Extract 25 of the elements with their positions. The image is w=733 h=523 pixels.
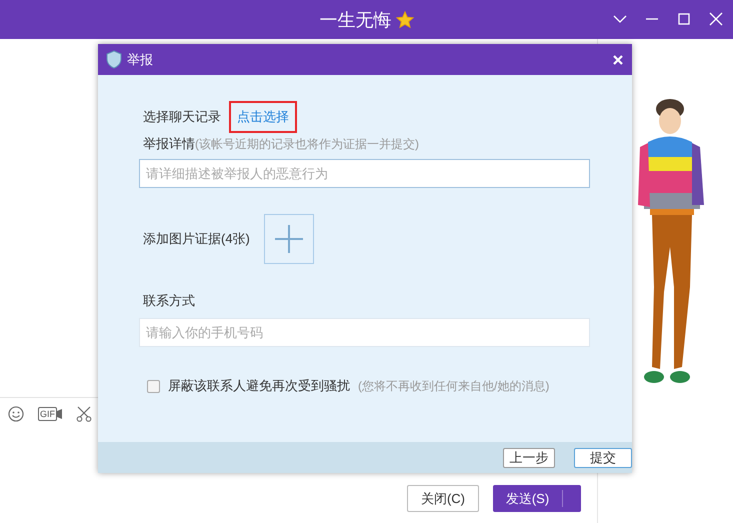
- hint-text: (您将不再收到任何来自他/她的消息): [358, 378, 550, 394]
- send-button[interactable]: 发送(S): [493, 485, 581, 512]
- shield-icon: [106, 50, 122, 69]
- block-checkbox[interactable]: [147, 380, 160, 392]
- field-label: 选择聊天记录: [143, 108, 221, 126]
- field-label: 添加图片证据(4张): [143, 230, 250, 248]
- plus-icon: [274, 225, 303, 253]
- close-icon[interactable]: [709, 12, 723, 26]
- checkbox-label: 屏蔽该联系人避免再次受到骚扰: [168, 377, 350, 395]
- close-icon[interactable]: [612, 54, 624, 66]
- close-button[interactable]: 关闭(C): [407, 485, 479, 512]
- scissors-icon[interactable]: [76, 406, 92, 422]
- field-label: 联系方式: [142, 292, 196, 310]
- description-field[interactable]: 请详细描述被举报人的恶意行为: [139, 159, 590, 188]
- hint-text: (该帐号近期的记录也将作为证据一并提交): [195, 137, 419, 151]
- window-title: 一生无悔: [320, 8, 392, 32]
- dialog-title: 举报: [127, 50, 154, 68]
- maximize-icon[interactable]: [677, 12, 691, 26]
- back-button[interactable]: 上一步: [503, 448, 555, 468]
- field-label: 举报详情: [143, 136, 195, 151]
- star-icon: [396, 10, 414, 28]
- phone-field[interactable]: 请输入你的手机号码: [139, 318, 590, 347]
- select-link[interactable]: 点击选择: [229, 101, 297, 133]
- submit-button[interactable]: 提交: [574, 448, 632, 468]
- emoji-icon[interactable]: [8, 406, 24, 422]
